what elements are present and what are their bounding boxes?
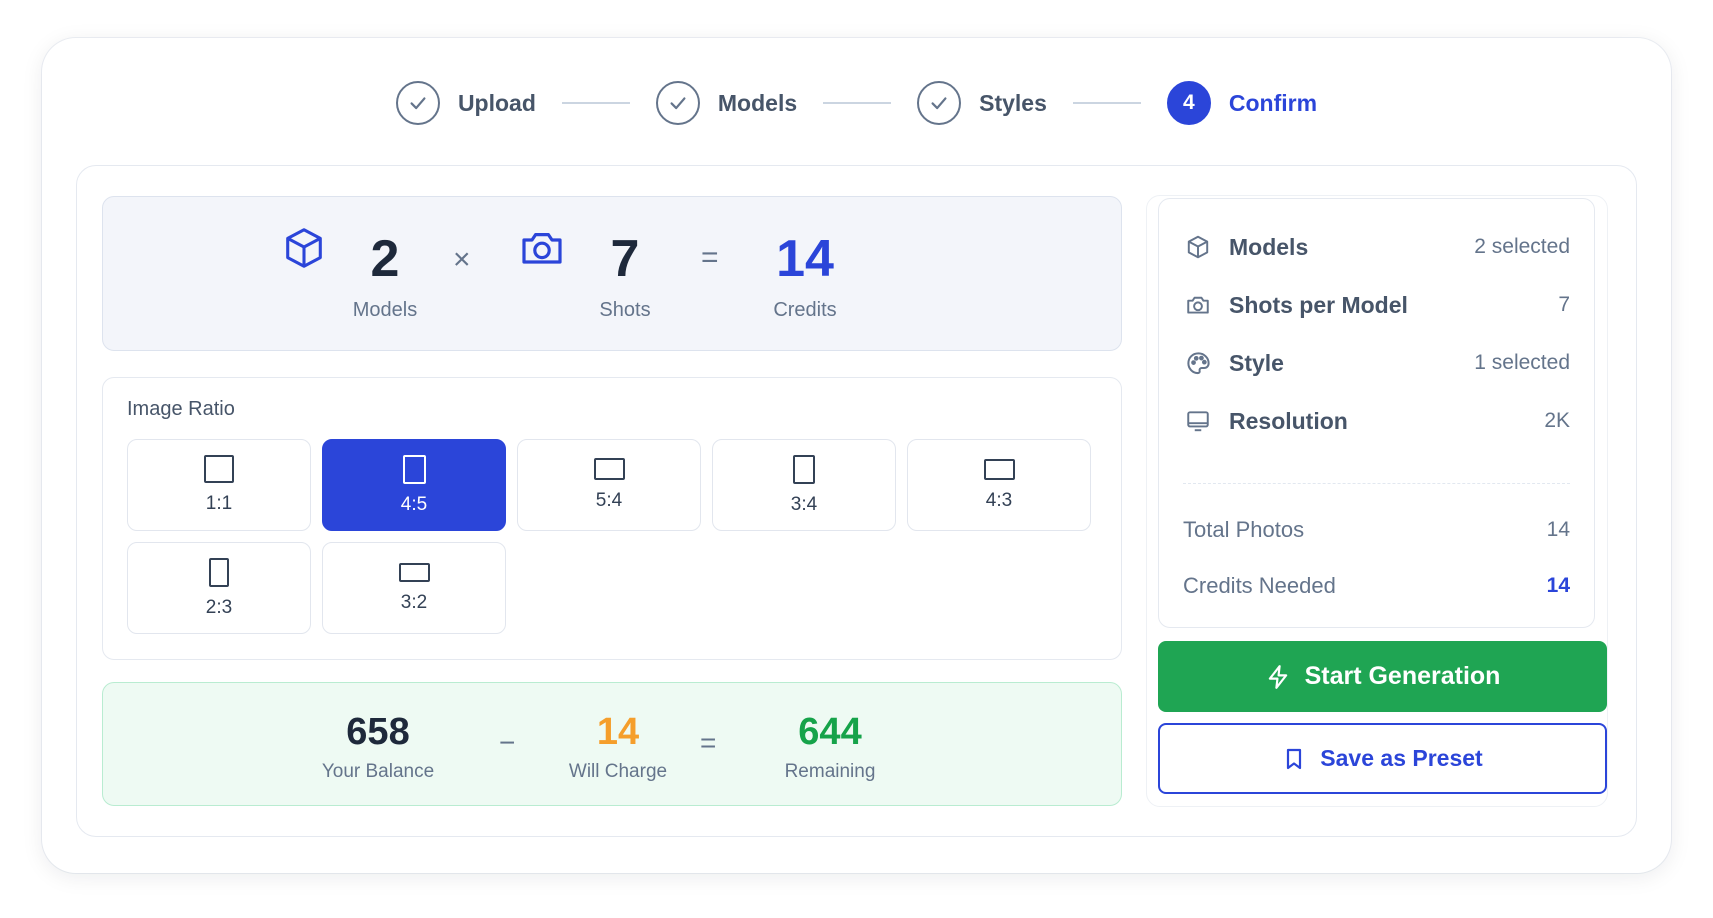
start-generation-label: Start Generation [1304, 662, 1501, 690]
camera-icon [517, 224, 567, 277]
ratio-landscape-icon [593, 458, 625, 480]
shots-value: 7 [610, 230, 640, 288]
total-photos-value: 14 [1546, 518, 1570, 541]
ratio-label: 2:3 [205, 596, 233, 618]
cube-icon [281, 225, 327, 276]
lightning-icon [1265, 663, 1291, 691]
summary-value: 2 selected [1474, 235, 1570, 258]
remaining: 644 Remaining [755, 713, 905, 783]
will-charge: 14 Will Charge [543, 713, 693, 783]
summary-value: 7 [1558, 293, 1570, 316]
summary-label: Resolution [1229, 407, 1348, 434]
shots-count: 7 Shots [565, 233, 685, 322]
ratio-label: 4:5 [400, 493, 428, 515]
step-label: Styles [979, 89, 1047, 116]
save-as-preset-button[interactable]: Save as Preset [1158, 723, 1607, 794]
ratio-label: 1:1 [205, 493, 233, 514]
equals-operator: = [701, 241, 719, 274]
ratio-label: 4:3 [985, 489, 1013, 511]
credits-needed-row: Credits Needed 14 [1183, 573, 1570, 599]
credits-needed-label: Credits Needed [1183, 573, 1336, 598]
models-count: 2 Models [325, 233, 445, 322]
credits-value: 14 [776, 230, 834, 288]
check-icon [917, 81, 962, 125]
credit-formula: 2 Models × 7 Shots = 14 Credits [102, 196, 1122, 351]
ratio-label: 3:2 [400, 591, 428, 613]
ratio-portrait-icon [209, 557, 229, 587]
summary-row-style: Style 1 selected [1183, 343, 1570, 383]
palette-icon [1183, 348, 1213, 378]
summary-label: Style [1229, 349, 1284, 376]
ratio-landscape-icon [398, 562, 430, 582]
total-photos-label: Total Photos [1183, 517, 1305, 542]
credits-needed-value: 14 [1546, 574, 1570, 597]
credits-count: 14 Credits [740, 233, 870, 322]
equals-operator: = [700, 727, 717, 758]
shots-label: Shots [599, 299, 651, 321]
ratio-option-2-3[interactable]: 2:3 [127, 542, 311, 634]
remaining-label: Remaining [784, 761, 876, 782]
ratio-option-3-2[interactable]: 3:2 [322, 542, 506, 634]
step-connector [823, 102, 892, 104]
save-as-preset-label: Save as Preset [1320, 745, 1483, 771]
models-value: 2 [370, 230, 400, 288]
summary-row-models: Models 2 selected [1183, 227, 1570, 267]
minus-operator: − [499, 727, 516, 758]
check-icon [395, 81, 440, 125]
total-photos-row: Total Photos 14 [1183, 517, 1570, 543]
times-operator: × [453, 243, 471, 276]
bookmark-icon [1282, 745, 1306, 773]
step-confirm[interactable]: 4 Confirm [1166, 81, 1318, 125]
ratio-portrait-icon [793, 454, 815, 484]
step-label: Upload [457, 89, 536, 116]
your-balance: 658 Your Balance [303, 713, 453, 783]
ratio-option-4-5[interactable]: 4:5 [322, 439, 506, 531]
charge-value: 14 [596, 711, 640, 753]
step-connector [561, 102, 630, 104]
ratio-portrait-icon [402, 454, 426, 484]
step-label: Models [717, 89, 798, 116]
step-number: 4 [1166, 81, 1211, 125]
image-ratio-section: Image Ratio 1:1 4:5 5:4 3:4 4:3 2:3 3:2 [102, 377, 1122, 660]
ratio-option-4-3[interactable]: 4:3 [907, 439, 1091, 531]
charge-label: Will Charge [568, 761, 668, 782]
ratio-landscape-icon [983, 458, 1015, 480]
ratio-label: 5:4 [595, 490, 623, 511]
check-icon [655, 81, 700, 125]
balance-label: Your Balance [321, 761, 435, 782]
summary-label: Shots per Model [1229, 291, 1408, 318]
models-label: Models [352, 299, 418, 321]
step-label: Confirm [1228, 89, 1318, 116]
start-generation-button[interactable]: Start Generation [1158, 641, 1607, 712]
cube-icon [1183, 232, 1213, 262]
summary-row-shots: Shots per Model 7 [1183, 285, 1570, 325]
image-ratio-title: Image Ratio [127, 398, 235, 420]
summary-value: 2K [1544, 409, 1570, 432]
ratio-option-5-4[interactable]: 5:4 [517, 439, 701, 531]
ratio-label: 3:4 [790, 493, 818, 515]
summary-row-resolution: Resolution 2K [1183, 401, 1570, 441]
step-connector [1072, 102, 1141, 104]
ratio-option-1-1[interactable]: 1:1 [127, 439, 311, 531]
order-summary: Models 2 selected Shots per Model 7 Styl… [1158, 198, 1595, 628]
step-models[interactable]: Models [655, 81, 798, 125]
balance-value: 658 [346, 711, 410, 753]
balance-summary: 658 Your Balance − 14 Will Charge = 644 … [102, 682, 1122, 806]
summary-divider [1183, 483, 1570, 484]
ratio-option-3-4[interactable]: 3:4 [712, 439, 896, 531]
credits-label: Credits [773, 299, 837, 321]
stepper: Upload Models Styles 4 Confirm [0, 78, 1713, 128]
summary-value: 1 selected [1474, 351, 1570, 374]
camera-icon [1183, 290, 1213, 320]
monitor-icon [1183, 406, 1213, 436]
ratio-square-icon [204, 455, 234, 483]
step-upload[interactable]: Upload [395, 81, 536, 125]
summary-label: Models [1229, 233, 1309, 260]
remaining-value: 644 [798, 711, 862, 753]
step-styles[interactable]: Styles [917, 81, 1047, 125]
